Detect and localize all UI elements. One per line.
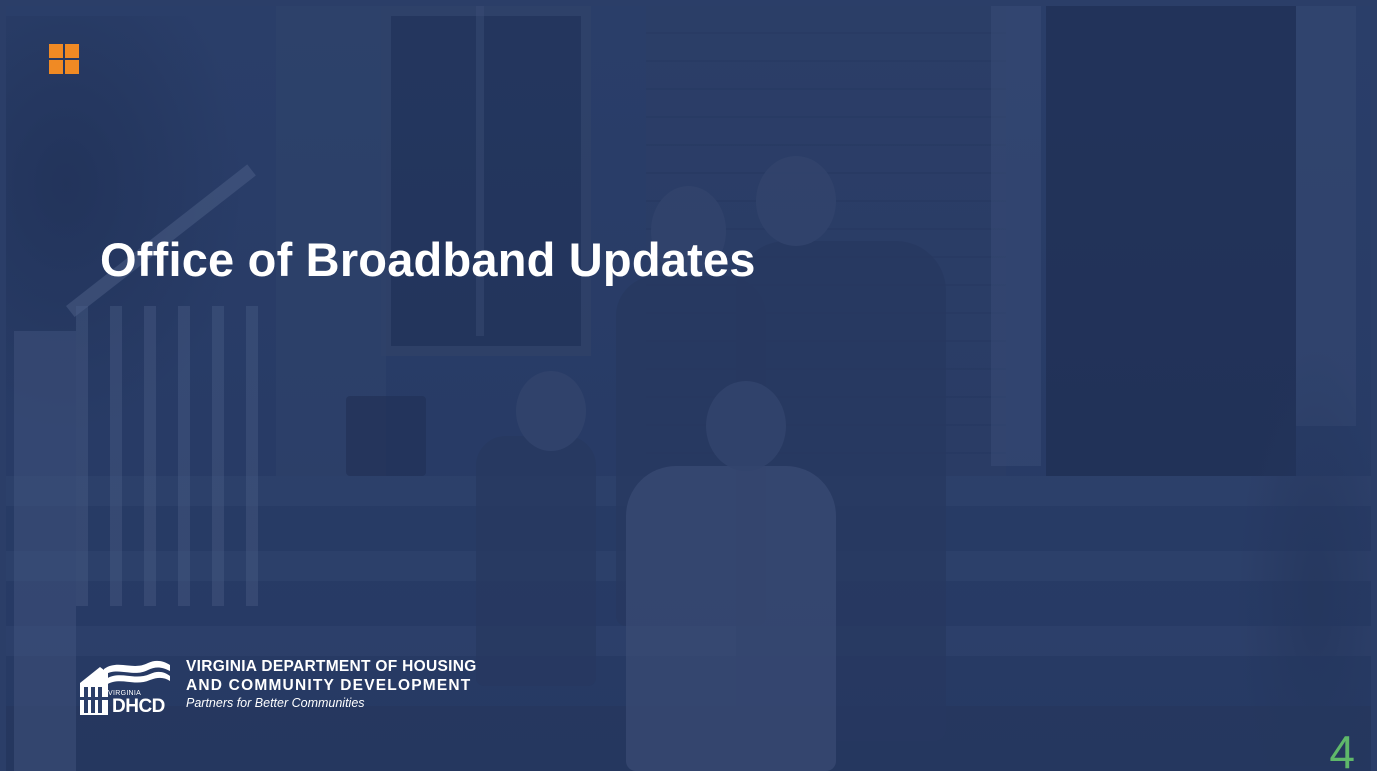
grid-icon-cell xyxy=(49,44,63,58)
grid-icon-cell xyxy=(49,60,63,74)
logo-line-1: VIRGINIA DEPARTMENT OF HOUSING xyxy=(186,658,477,675)
grid-icon-cell xyxy=(65,60,79,74)
grid-icon-cell xyxy=(65,44,79,58)
slide: Office of Broadband Updates VIRGINIA DHC… xyxy=(0,0,1377,771)
grid-icon xyxy=(49,44,79,74)
logo-text: VIRGINIA DEPARTMENT OF HOUSING AND COMMU… xyxy=(186,657,477,711)
logo-line-2: AND COMMUNITY DEVELOPMENT xyxy=(186,677,472,694)
dhcd-logo: VIRGINIA DHCD VIRGINIA DEPARTMENT OF HOU… xyxy=(78,657,498,721)
slide-title: Office of Broadband Updates xyxy=(100,233,756,286)
logo-dhcd-label: DHCD xyxy=(112,696,165,717)
logo-tagline: Partners for Better Communities xyxy=(186,696,365,710)
page-number: 4 xyxy=(1329,726,1355,771)
